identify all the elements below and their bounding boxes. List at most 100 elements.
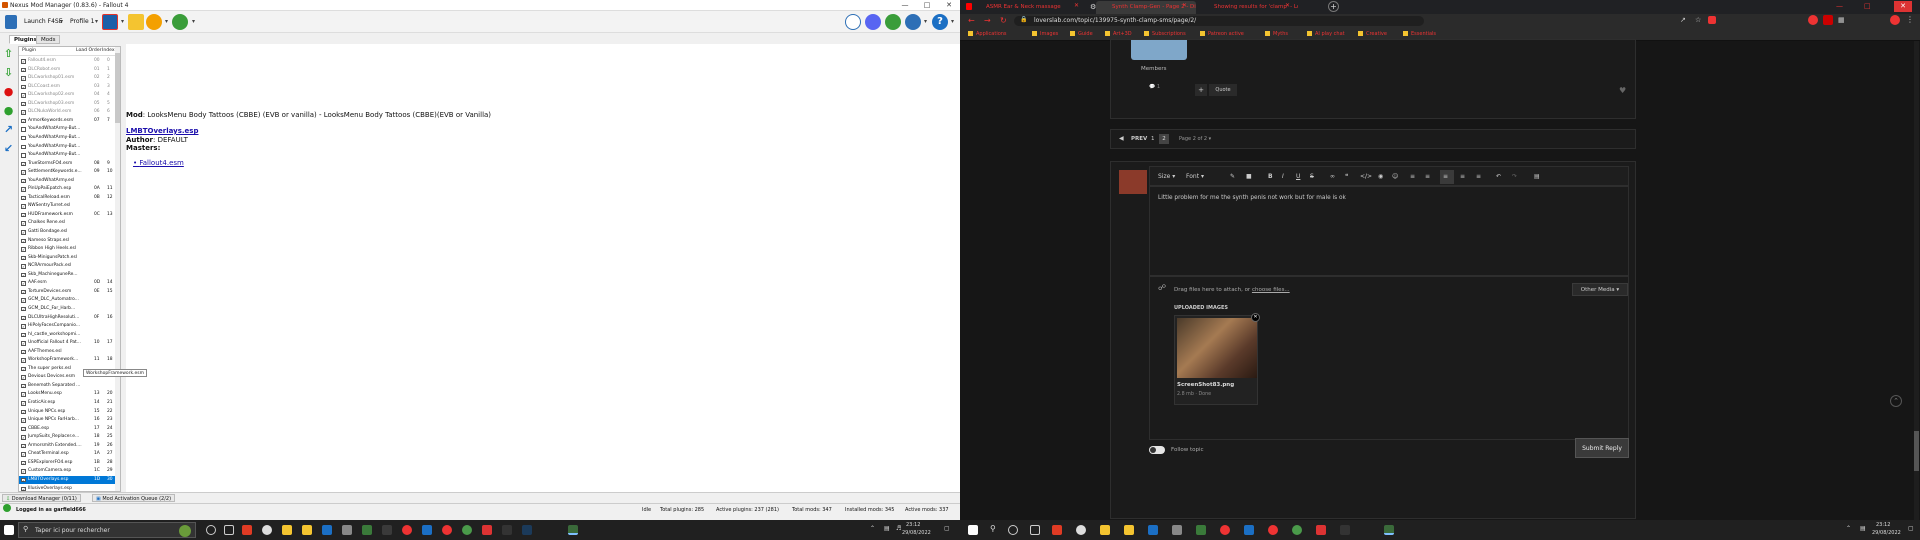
reload-icon[interactable]: ↻: [1000, 16, 1007, 25]
plugin-row[interactable]: ✓ CustomCamera.esp 1C 29: [19, 467, 115, 476]
plugin-row[interactable]: ✓ HiPolyFacesCompanio...: [19, 322, 115, 331]
plugin-checkbox[interactable]: ✓: [21, 435, 26, 440]
page-2-button[interactable]: 2: [1159, 134, 1169, 144]
plugin-row[interactable]: ✓ SettlementKeywords.e... 09 10: [19, 168, 115, 177]
tab-close-icon[interactable]: ✕: [1285, 2, 1290, 9]
message-text[interactable]: Little problem for me the synth penis no…: [1158, 195, 1346, 201]
size-dropdown[interactable]: Size ▾: [1158, 173, 1175, 180]
maximize-icon[interactable]: □: [916, 0, 938, 11]
plugin-row[interactable]: ✓ HUDFramework.esm 0C 13: [19, 211, 115, 220]
plugin-list-scroll-thumb[interactable]: [115, 53, 120, 123]
remove-image-icon[interactable]: ✕: [1251, 313, 1260, 322]
nmm-taskbar-icon[interactable]: [568, 525, 578, 535]
prev-button[interactable]: PREV: [1131, 136, 1147, 142]
tab-search-results[interactable]: Showing results for 'clamp' - Lo...: [1198, 1, 1298, 14]
plugin-checkbox[interactable]: ✓: [21, 178, 26, 184]
plugin-checkbox[interactable]: ✓: [21, 460, 26, 466]
profile-dropdown-icon[interactable]: ▾: [95, 14, 98, 30]
disable-all-icon[interactable]: ●: [2, 85, 15, 98]
plugin-checkbox[interactable]: ✓: [21, 375, 26, 380]
plugin-row[interactable]: ✓ DLCworkshop03.esm 05 5: [19, 100, 115, 109]
bookmark-essentials[interactable]: Essentials: [1403, 31, 1436, 37]
plugin-row[interactable]: ✓ Unofficial Fallout 4 Pat... 10 17: [19, 339, 115, 348]
plugin-row[interactable]: ✓ ArmorKeywords.esm 07 7: [19, 117, 115, 126]
align-right-icon[interactable]: ≡: [1476, 173, 1481, 180]
plugin-checkbox[interactable]: ✓: [21, 443, 26, 449]
plugin-checkbox[interactable]: ✓: [21, 366, 26, 372]
undo-icon[interactable]: ↶: [1496, 173, 1501, 180]
plugin-checkbox[interactable]: ✓: [21, 212, 26, 218]
strikethrough-icon[interactable]: S: [1310, 173, 1314, 180]
plugin-checkbox[interactable]: ✓: [21, 477, 26, 483]
plugin-row[interactable]: ✓ DLCCoast.esm 03 3: [19, 83, 115, 92]
folder-dropdown-icon[interactable]: ▾: [165, 14, 168, 30]
tools-dropdown-icon[interactable]: ▾: [121, 14, 124, 30]
clock-time[interactable]: 23:12: [906, 522, 920, 528]
gear-green-icon[interactable]: [172, 14, 188, 30]
plugin-checkbox[interactable]: ✓: [21, 341, 26, 346]
plugin-row[interactable]: ✓ DLCNukaWorld.esm 06 6: [19, 108, 115, 117]
plugin-row[interactable]: ✓ ESPExplorerFO4.esp 1B 28: [19, 459, 115, 468]
plugin-row[interactable]: ✓ TortureDevices.esm 0E 15: [19, 288, 115, 297]
url-box[interactable]: 🔒 loverslab.com/topic/139975-synth-clamp…: [1014, 16, 1424, 26]
tab-close-icon[interactable]: ✕: [1182, 2, 1187, 9]
gear-dropdown-icon[interactable]: ▾: [192, 14, 195, 30]
bookmark-star-icon[interactable]: ☆: [1695, 16, 1701, 24]
app-blue-icon-right[interactable]: [1244, 525, 1254, 535]
plugin-checkbox[interactable]: ✓: [21, 84, 26, 90]
plugin-checkbox[interactable]: ✓: [21, 101, 26, 107]
plugin-checkbox[interactable]: ✓: [21, 67, 26, 73]
bookmark-subscriptions[interactable]: Subscriptions: [1144, 31, 1186, 37]
volume-icon[interactable]: ♬: [896, 525, 901, 532]
app-red-icon[interactable]: [242, 525, 252, 535]
follow-topic-toggle[interactable]: [1149, 446, 1165, 454]
plugin-checkbox[interactable]: [21, 144, 26, 149]
plugin-row[interactable]: ✓ EroticAir.esp 14 21: [19, 399, 115, 408]
quote-icon[interactable]: ❝: [1345, 173, 1348, 180]
submit-reply-button[interactable]: Submit Reply: [1575, 438, 1629, 458]
extension-red-icon[interactable]: [1823, 15, 1833, 25]
plugin-checkbox[interactable]: ✓: [21, 238, 26, 244]
plugin-checkbox[interactable]: ✓: [21, 170, 26, 175]
plugin-checkbox[interactable]: ✓: [21, 289, 26, 295]
file-explorer-icon[interactable]: [282, 525, 292, 535]
plugin-row[interactable]: ✓ DLCUltraHighResoluti... 0F 16: [19, 314, 115, 323]
plugin-row[interactable]: ✓ TrueStormsFO4.esm 08 9: [19, 160, 115, 169]
plugin-row[interactable]: ✓ JumpSuits_Replacer.e... 18 25: [19, 433, 115, 442]
import-load-order-icon[interactable]: ↙: [2, 142, 15, 155]
patreon-heart-icon[interactable]: [845, 14, 861, 30]
choose-files-link[interactable]: choose files...: [1252, 287, 1290, 293]
plugin-checkbox[interactable]: ✓: [21, 358, 26, 363]
app-dark-icon[interactable]: [382, 525, 392, 535]
menu-icon[interactable]: ⋮: [1906, 15, 1914, 24]
plugin-row[interactable]: ✓ hl_castle_workshopmi...: [19, 331, 115, 340]
plugin-checkbox[interactable]: ✓: [21, 383, 26, 389]
task-view-icon-right[interactable]: [1030, 525, 1040, 535]
plugin-checkbox[interactable]: ✓: [21, 349, 26, 355]
extension-icon[interactable]: [1708, 16, 1716, 24]
plugin-checkbox[interactable]: ✓: [21, 93, 26, 98]
sync-dropdown-icon[interactable]: ▾: [924, 14, 927, 30]
plugin-row[interactable]: ✓ WorkshopFramework... 11 18: [19, 356, 115, 365]
plugin-row[interactable]: ✓ Chalkes Rene.esl: [19, 219, 115, 228]
plugin-checkbox[interactable]: ✓: [21, 281, 26, 286]
plugin-checkbox[interactable]: [21, 153, 26, 158]
plugin-checkbox[interactable]: ✓: [21, 272, 26, 278]
bookmark-creative[interactable]: Creative: [1358, 31, 1387, 37]
new-tab-icon[interactable]: +: [1328, 1, 1339, 12]
redo-icon[interactable]: ↷: [1512, 173, 1517, 180]
plugin-row[interactable]: YouAndWhatArmy-But...: [19, 134, 115, 143]
bookmark-patreon[interactable]: Patreon active: [1200, 31, 1244, 37]
plugin-row[interactable]: ✓ Unique NPCs FarHarb... 16 23: [19, 416, 115, 425]
align-left-icon[interactable]: ≡: [1443, 173, 1448, 180]
tray-chevron-icon[interactable]: ⌃: [870, 525, 875, 532]
plugin-checkbox[interactable]: ✓: [21, 452, 26, 457]
plugin-checkbox[interactable]: ✓: [21, 392, 26, 397]
plugin-checkbox[interactable]: ✓: [21, 324, 26, 329]
settings-icon[interactable]: [262, 525, 272, 535]
clock-time-right[interactable]: 23:12: [1876, 522, 1890, 528]
plugin-checkbox[interactable]: ✓: [21, 118, 26, 124]
app-blue-icon[interactable]: [422, 525, 432, 535]
background-color-icon[interactable]: ■: [1246, 173, 1252, 180]
plugin-file-link[interactable]: LMBTOverlays.esp: [126, 127, 198, 135]
